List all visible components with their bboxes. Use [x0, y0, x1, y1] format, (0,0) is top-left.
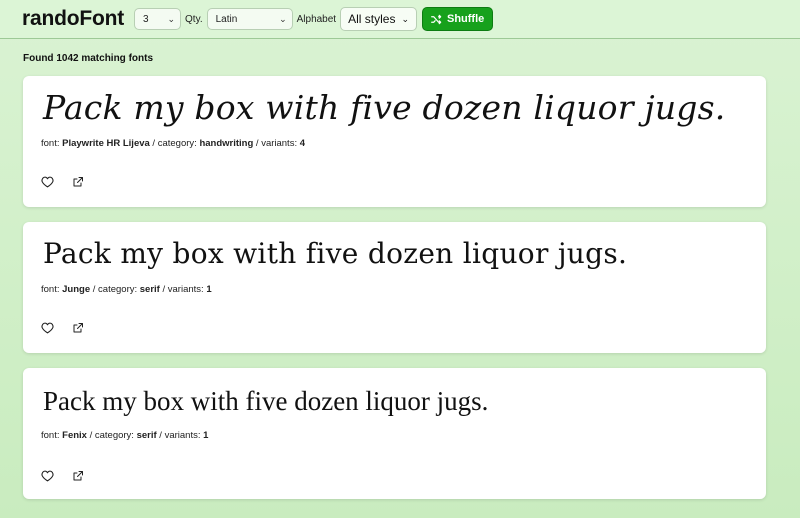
- quantity-select[interactable]: 3 ⌄: [134, 8, 182, 30]
- shuffle-label: Shuffle: [446, 13, 485, 25]
- quantity-label: Qty.: [185, 13, 203, 25]
- font-name: Fenix: [62, 430, 87, 441]
- font-sample: Pack my box with five dozen liquor jugs.: [43, 237, 628, 270]
- alphabet-value: Latin: [215, 13, 238, 25]
- external-link-icon[interactable]: [72, 470, 84, 482]
- chevron-down-icon: ⌄: [279, 13, 287, 24]
- external-link-icon[interactable]: [72, 322, 84, 334]
- top-bar: randoFont 3 ⌄ Qty. Latin ⌄ Alphabet All …: [0, 0, 800, 39]
- font-variants: 1: [203, 430, 209, 441]
- heart-icon[interactable]: [41, 470, 54, 482]
- font-meta: font: Fenix / category: serif / variants…: [41, 430, 209, 441]
- alphabet-label: Alphabet: [296, 13, 337, 25]
- font-label: font:: [41, 284, 60, 295]
- font-meta: font: Junge / category: serif / variants…: [41, 284, 212, 295]
- card-actions: [41, 470, 84, 482]
- font-card: Pack my box with five dozen liquor jugs.…: [23, 368, 766, 499]
- heart-icon[interactable]: [41, 176, 54, 188]
- font-meta: font: Playwrite HR Lijeva / category: ha…: [41, 138, 306, 149]
- styles-value: All styles: [348, 12, 396, 26]
- font-variants: 4: [299, 138, 306, 149]
- shuffle-icon: [431, 14, 442, 24]
- shuffle-button[interactable]: Shuffle: [421, 7, 494, 31]
- font-variants: 1: [206, 284, 212, 295]
- font-card: Pack my box with five dozen liquor jugs.…: [23, 222, 766, 353]
- card-actions: [41, 176, 84, 188]
- font-name: Junge: [62, 284, 91, 295]
- font-category: handwriting: [199, 138, 254, 149]
- font-name: Playwrite HR Lijeva: [62, 138, 150, 149]
- font-card: Pack my box with five dozen liquor jugs.…: [23, 76, 766, 207]
- font-label: font:: [41, 138, 60, 149]
- results-count: Found 1042 matching fonts: [23, 53, 154, 64]
- card-actions: [41, 322, 84, 334]
- font-sample: Pack my box with five dozen liquor jugs.: [43, 386, 489, 416]
- alphabet-select[interactable]: Latin ⌄: [206, 8, 293, 30]
- heart-icon[interactable]: [41, 322, 54, 334]
- external-link-icon[interactable]: [72, 176, 84, 188]
- chevron-down-icon: ⌄: [167, 13, 176, 24]
- font-category: serif: [136, 430, 157, 441]
- quantity-value: 3: [143, 13, 149, 25]
- styles-dropdown[interactable]: All styles ⌄: [340, 7, 417, 31]
- app-title: randoFont: [22, 7, 125, 30]
- chevron-down-icon: ⌄: [401, 13, 409, 24]
- font-sample: Pack my box with five dozen liquor jugs.: [43, 88, 726, 127]
- font-label: font:: [41, 430, 60, 441]
- font-category: serif: [139, 284, 160, 295]
